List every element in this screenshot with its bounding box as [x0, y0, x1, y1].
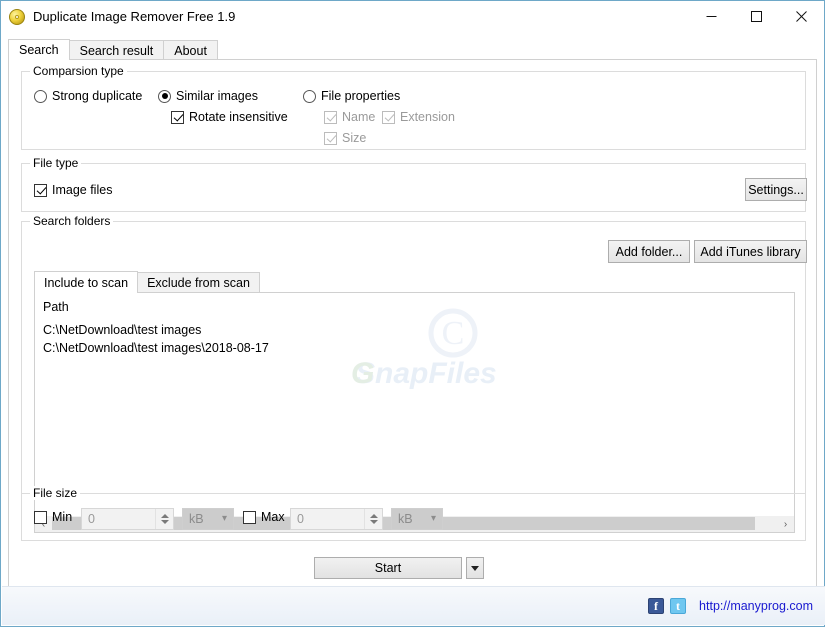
checkbox-name[interactable]: Name	[324, 110, 375, 124]
file-size-group: File size Min 0 kB ▾ Max 0 kB ▾	[21, 486, 806, 541]
application-window: Duplicate Image Remover Free 1.9 Search …	[0, 0, 825, 627]
checkbox-size[interactable]: Size	[324, 131, 366, 145]
subtab-include-to-scan-label: Include to scan	[44, 275, 129, 290]
min-size-stepper[interactable]: 0	[81, 508, 174, 530]
search-tab-panel: Comparsion type Strong duplicate Similar…	[8, 59, 817, 587]
list-column-header-path: Path	[43, 300, 69, 314]
checkbox-rotate-insensitive-label: Rotate insensitive	[189, 110, 288, 124]
max-size-unit-select[interactable]: kB ▾	[391, 508, 443, 530]
disc-icon	[9, 8, 25, 25]
tab-about[interactable]: About	[163, 40, 218, 60]
subtab-include-to-scan[interactable]: Include to scan	[34, 271, 139, 293]
maximize-icon[interactable]	[734, 1, 779, 32]
tab-search-result[interactable]: Search result	[68, 40, 165, 60]
checkbox-mark	[34, 183, 47, 197]
scan-subtabs: Include to scan Exclude from scan	[34, 271, 260, 293]
search-folders-title: Search folders	[30, 214, 114, 228]
chevron-down-icon	[471, 565, 479, 571]
title-bar: Duplicate Image Remover Free 1.9	[1, 1, 824, 32]
checkbox-mark	[382, 110, 395, 124]
settings-button-label: Settings...	[748, 182, 804, 197]
add-folder-button-label: Add folder...	[615, 244, 683, 259]
checkbox-mark	[34, 510, 47, 524]
checkbox-mark	[324, 131, 337, 145]
folder-path-list[interactable]: C SnapFiles G Path C:\NetDownload\test i…	[34, 292, 795, 524]
start-button-group: Start	[314, 557, 484, 579]
file-type-title: File type	[30, 156, 82, 170]
radio-mark	[303, 89, 316, 103]
svg-text:G: G	[351, 357, 374, 390]
checkbox-mark	[243, 510, 256, 524]
close-icon[interactable]	[779, 1, 824, 32]
checkbox-extension-label: Extension	[400, 110, 455, 124]
chevron-down-icon: ▾	[430, 513, 436, 524]
checkbox-min-size[interactable]: Min	[34, 510, 72, 524]
tab-about-label: About	[174, 43, 207, 58]
chevron-down-icon: ▾	[221, 513, 227, 524]
min-size-value[interactable]: 0	[82, 512, 155, 526]
radio-strong-duplicate[interactable]: Strong duplicate	[34, 89, 142, 103]
website-link[interactable]: http://manyprog.com	[699, 599, 813, 613]
social-links: f t http://manyprog.com	[648, 598, 813, 614]
checkbox-max-size[interactable]: Max	[243, 510, 285, 524]
max-size-value[interactable]: 0	[291, 512, 364, 526]
checkbox-mark	[324, 110, 337, 124]
minimize-icon[interactable]	[689, 1, 734, 32]
add-itunes-library-button-label: Add iTunes library	[700, 244, 801, 259]
checkbox-size-label: Size	[342, 131, 367, 145]
start-button[interactable]: Start	[314, 557, 462, 579]
min-size-spin-arrows[interactable]	[155, 509, 173, 529]
start-button-label: Start	[374, 561, 402, 575]
subtab-exclude-from-scan[interactable]: Exclude from scan	[137, 272, 260, 293]
status-bar: f t http://manyprog.com	[2, 586, 825, 625]
file-type-group: File type Image files Settings...	[21, 156, 807, 212]
list-item[interactable]: C:\NetDownload\test images\2018-08-17	[43, 339, 794, 357]
window-controls	[689, 1, 824, 32]
window-title: Duplicate Image Remover Free 1.9	[33, 9, 236, 24]
max-size-spin-arrows[interactable]	[364, 509, 382, 529]
svg-text:SnapFiles: SnapFiles	[355, 357, 497, 390]
radio-mark	[34, 89, 47, 103]
list-rows: C:\NetDownload\test images C:\NetDownloa…	[43, 321, 794, 357]
tab-search-result-label: Search result	[79, 43, 154, 58]
list-item[interactable]: C:\NetDownload\test images	[43, 321, 794, 339]
checkbox-extension[interactable]: Extension	[382, 110, 455, 124]
radio-mark	[158, 89, 171, 103]
radio-file-properties-label: File properties	[321, 89, 401, 103]
subtab-exclude-from-scan-label: Exclude from scan	[147, 276, 250, 290]
twitter-icon[interactable]: t	[670, 598, 687, 614]
add-itunes-library-button[interactable]: Add iTunes library	[694, 240, 807, 263]
checkbox-min-size-label: Min	[52, 510, 73, 524]
min-size-unit-select[interactable]: kB ▾	[182, 508, 234, 530]
checkbox-max-size-label: Max	[261, 510, 285, 524]
start-dropdown-button[interactable]	[466, 557, 484, 579]
radio-file-properties[interactable]: File properties	[303, 89, 400, 103]
comparison-type-group: Comparsion type Strong duplicate Similar…	[21, 64, 806, 150]
checkbox-mark	[171, 110, 184, 124]
checkbox-image-files[interactable]: Image files	[34, 183, 112, 197]
max-size-unit-value: kB	[398, 512, 413, 526]
checkbox-image-files-label: Image files	[52, 183, 113, 197]
tab-search[interactable]: Search	[8, 39, 70, 60]
max-size-stepper[interactable]: 0	[290, 508, 383, 530]
facebook-icon[interactable]: f	[648, 598, 665, 614]
add-folder-button[interactable]: Add folder...	[608, 240, 690, 263]
checkbox-name-label: Name	[342, 110, 376, 124]
radio-similar-images-label: Similar images	[176, 89, 258, 103]
radio-strong-duplicate-label: Strong duplicate	[52, 89, 143, 103]
file-size-title: File size	[30, 486, 81, 500]
min-size-unit-value: kB	[189, 512, 204, 526]
main-tabs: Search Search result About	[8, 39, 218, 60]
checkbox-rotate-insensitive[interactable]: Rotate insensitive	[171, 110, 288, 124]
settings-button[interactable]: Settings...	[745, 178, 807, 201]
radio-similar-images[interactable]: Similar images	[158, 89, 258, 103]
tab-search-label: Search	[19, 43, 59, 57]
comparison-type-title: Comparsion type	[30, 64, 127, 78]
